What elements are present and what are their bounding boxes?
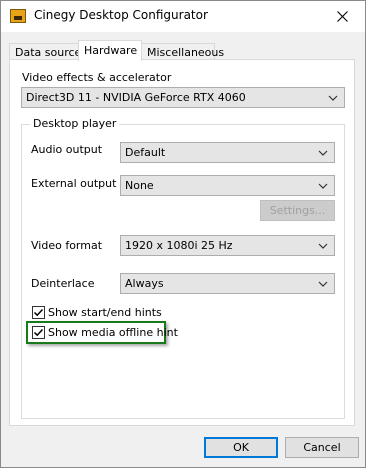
window-title: Cinegy Desktop Configurator — [34, 8, 208, 22]
chevron-down-icon — [318, 150, 328, 156]
tab-miscellaneous[interactable]: Miscellaneous — [141, 43, 224, 60]
audio-output-select[interactable]: Default — [120, 142, 335, 163]
show-offline-checkbox[interactable] — [32, 326, 45, 339]
checkmark-icon — [33, 328, 44, 337]
tab-data-source[interactable]: Data source — [9, 43, 82, 60]
show-hints-label[interactable]: Show start/end hints — [48, 306, 162, 319]
chevron-down-icon — [318, 281, 328, 287]
video-effects-label: Video effects & accelerator — [22, 71, 172, 84]
external-output-label: External output — [31, 177, 117, 190]
chevron-down-icon — [328, 95, 338, 101]
video-effects-value: Direct3D 11 - NVIDIA GeForce RTX 4060 — [26, 91, 246, 104]
external-output-value: None — [125, 179, 154, 192]
deinterlace-select[interactable]: Always — [120, 273, 335, 294]
tab-label: Data source — [15, 46, 82, 59]
tab-label: Miscellaneous — [147, 46, 225, 59]
desktop-player-group — [21, 124, 345, 419]
app-icon — [10, 9, 26, 23]
show-hints-checkbox[interactable] — [32, 306, 45, 319]
show-offline-label[interactable]: Show media offline hint — [48, 326, 178, 339]
video-format-select[interactable]: 1920 x 1080i 25 Hz — [120, 235, 335, 256]
chevron-down-icon — [318, 183, 328, 189]
desktop-player-title: Desktop player — [30, 117, 120, 130]
checkmark-icon — [33, 308, 44, 317]
close-icon — [336, 11, 348, 22]
chevron-down-icon — [318, 243, 328, 249]
audio-output-value: Default — [125, 146, 166, 159]
cancel-button[interactable]: Cancel — [285, 437, 359, 458]
audio-output-label: Audio output — [31, 143, 103, 156]
external-output-select[interactable]: None — [120, 175, 335, 196]
title-bar: Cinegy Desktop Configurator — [1, 1, 365, 32]
close-button[interactable] — [319, 1, 365, 32]
tab-hardware[interactable]: Hardware — [78, 40, 142, 61]
dialog-button-bar: OK Cancel — [1, 427, 365, 467]
video-effects-select[interactable]: Direct3D 11 - NVIDIA GeForce RTX 4060 — [21, 87, 345, 108]
ok-button[interactable]: OK — [204, 437, 278, 458]
configurator-window: Cinegy Desktop Configurator Data source … — [0, 0, 366, 468]
tab-label: Hardware — [84, 44, 138, 57]
video-format-label: Video format — [31, 239, 103, 252]
deinterlace-label: Deinterlace — [31, 277, 95, 290]
video-format-value: 1920 x 1080i 25 Hz — [125, 239, 233, 252]
settings-button[interactable]: Settings... — [260, 200, 335, 221]
deinterlace-value: Always — [125, 277, 164, 290]
